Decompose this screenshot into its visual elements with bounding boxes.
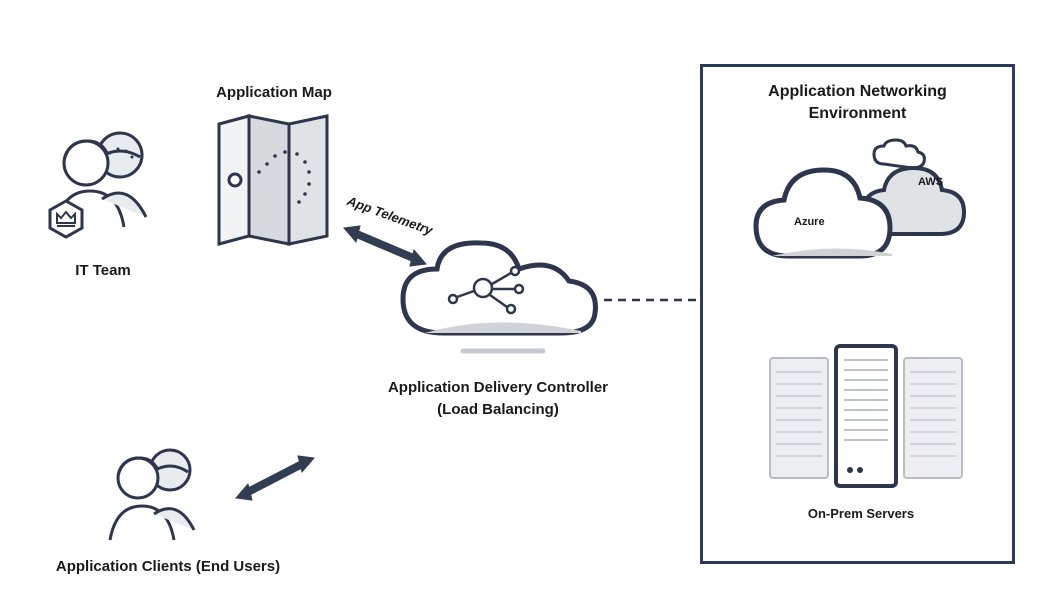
arrow-clients-to-adc: [232, 450, 318, 506]
it-team-icon: [38, 119, 168, 249]
adc-cloud-icon: [393, 233, 603, 363]
env-title-line2: Environment: [809, 105, 907, 122]
app-map-label: Application Map: [199, 84, 349, 101]
adc-label-line1: Application Delivery Controller: [358, 379, 638, 396]
app-map-icon: [213, 110, 335, 250]
clients-label: Application Clients (End Users): [48, 558, 288, 575]
clouds-icon: [744, 138, 984, 278]
env-title-line1: Application Networking: [768, 83, 947, 100]
adc-label-line2: (Load Balancing): [358, 401, 638, 418]
onprem-label: On-Prem Servers: [756, 506, 966, 521]
clients-icon: [96, 440, 214, 550]
azure-label: Azure: [794, 216, 825, 228]
aws-label: AWS: [918, 176, 943, 188]
it-team-label: IT Team: [38, 262, 168, 279]
onprem-servers-icon: [760, 340, 972, 492]
